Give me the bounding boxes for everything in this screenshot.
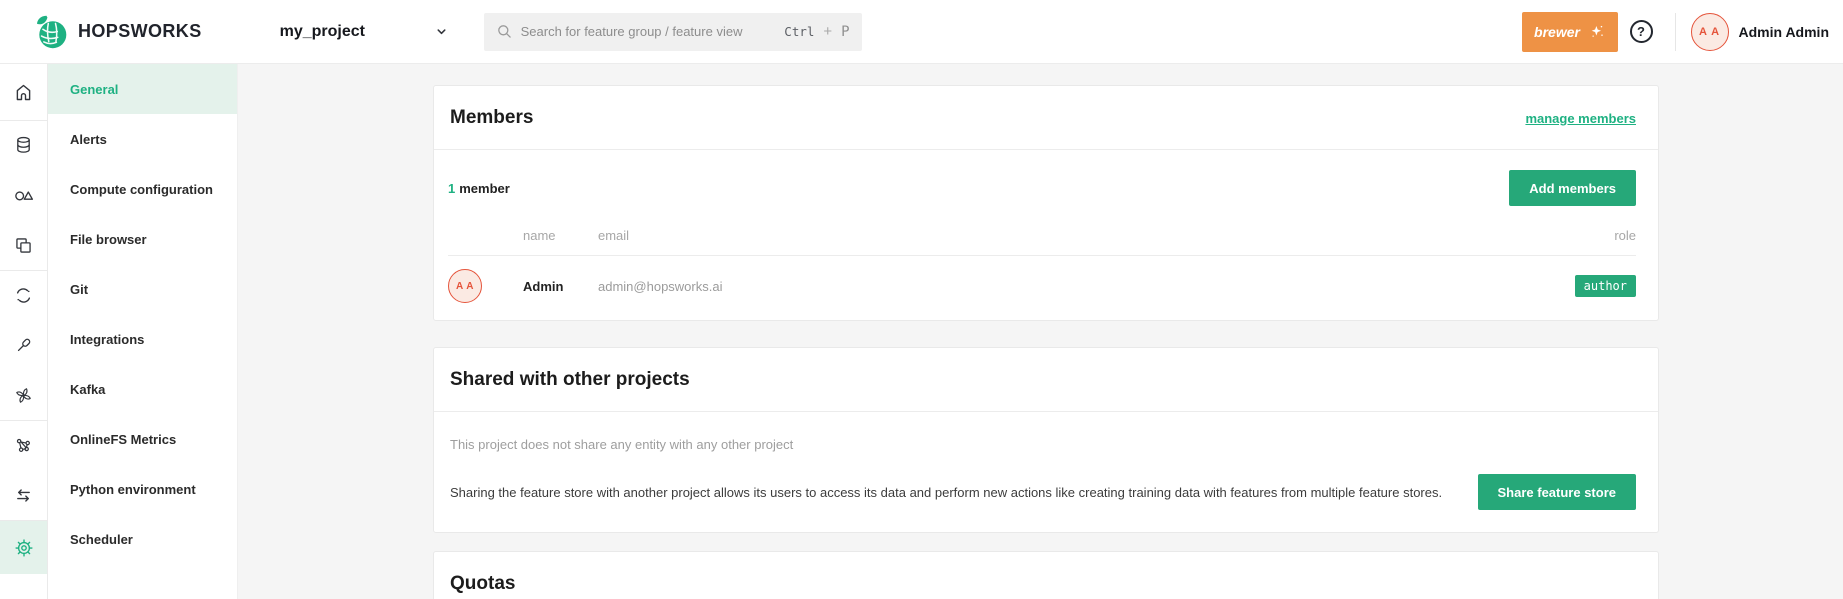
member-count-label: member [459,180,510,196]
integrations-icon [17,338,31,351]
share-feature-store-row: Sharing the feature store with another p… [450,474,1636,510]
menu-item-kafka[interactable]: Kafka [48,364,237,414]
member-avatar: A A [448,269,482,303]
member-email: admin@hopsworks.ai [598,278,723,294]
email-column-header: email [598,228,630,243]
shared-card-header: Shared with other projects [434,348,1658,412]
menu-item-label: Alerts [70,131,107,147]
add-members-button[interactable]: Add members [1509,170,1636,206]
menu-item-label: Kafka [70,381,106,397]
rail-item-onlinefs-metrics[interactable] [0,420,47,470]
user-name: Admin Admin [1738,23,1829,40]
settings-menu: General Alerts Compute configuration Fil… [48,64,238,599]
icon-rail [0,64,48,599]
chevron-down-icon [437,29,446,35]
file-browser-icon [16,237,31,253]
members-title: Members [450,107,534,128]
python-env-icon [17,488,30,502]
search-bar: Ctrl + P [483,12,862,51]
shared-empty-text: This project does not share any entity w… [450,437,794,452]
member-name: Admin [523,278,564,294]
metrics-icon [16,438,30,452]
brewer-label: brewer [1534,23,1580,40]
rail-item-compute[interactable] [0,170,47,220]
menu-item-scheduler[interactable]: Scheduler [48,514,237,564]
rail-item-data[interactable] [0,120,47,170]
help-button[interactable]: ? [1629,20,1653,43]
rail-item-python-environment[interactable] [0,470,47,520]
menu-item-alerts[interactable]: Alerts [48,114,237,164]
member-avatar-initials: A A [456,280,474,292]
rail-item-integrations[interactable] [0,320,47,370]
share-feature-store-button[interactable]: Share feature store [1477,474,1636,510]
share-description: Sharing the feature store with another p… [450,484,1443,500]
search-shortcut-hint: Ctrl + P [784,23,849,40]
home-icon [16,84,31,100]
member-row: A A Admin admin@hopsworks.ai author [448,256,1636,320]
app-shell: General Alerts Compute configuration Fil… [0,64,1843,599]
menu-item-file-browser[interactable]: File browser [48,214,237,264]
member-count-row: 1 member Add members [448,150,1636,206]
member-role-badge: author [1574,275,1636,297]
menu-item-git[interactable]: Git [48,264,237,314]
menu-item-general[interactable]: General [48,64,237,114]
rail-item-home[interactable] [0,64,47,120]
project-selector[interactable]: my_project [280,23,448,41]
quotas-card: Quotas [433,551,1659,599]
shortcut-plus-sign: + [823,23,833,40]
kafka-icon [16,387,31,403]
manage-members-link[interactable]: manage members [1525,111,1636,126]
name-column-header: name [523,228,556,243]
menu-item-compute-configuration[interactable]: Compute configuration [48,164,237,214]
git-icon [16,288,31,303]
shortcut-p-key: P [841,23,850,40]
role-column-header: role [1614,228,1636,243]
menu-item-label: File browser [70,231,147,247]
brand-name: HOPSWORKS [78,21,202,41]
menu-item-label: Scheduler [70,531,133,547]
search-input[interactable] [520,24,785,39]
member-count-value: 1 [448,180,456,196]
menu-item-label: Git [70,281,89,297]
menu-item-integrations[interactable]: Integrations [48,314,237,364]
sparkle-icon [1591,25,1603,37]
shared-card-body: This project does not share any entity w… [434,412,1658,532]
hopsworks-logo-icon [37,15,67,48]
menu-item-python-environment[interactable]: Python environment [48,464,237,514]
help-glyph: ? [1637,24,1645,39]
menu-item-label: OnlineFS Metrics [70,431,177,447]
content-area: Members manage members 1 member Add membe… [238,64,1843,599]
members-card-header: Members manage members [434,86,1658,150]
shortcut-ctrl-key: Ctrl [784,24,815,39]
scheduler-gear-icon [14,538,33,557]
quotas-card-header: Quotas [434,552,1658,599]
menu-item-label: Compute configuration [70,181,213,197]
top-navbar: HOPSWORKS my_project Ctrl + P brewer [0,0,1843,64]
rail-item-kafka[interactable] [0,370,47,420]
brewer-button[interactable]: brewer [1521,11,1618,52]
members-table-header: name email role [448,206,1636,256]
avatar-initials: A A [1698,25,1721,38]
navbar-divider [1674,12,1676,51]
members-card: Members manage members 1 member Add membe… [433,85,1659,321]
member-count: 1 member [448,181,510,196]
menu-item-onlinefs-metrics[interactable]: OnlineFS Metrics [48,414,237,464]
navbar-right-group: brewer ? A A Admin Admin [1521,11,1829,52]
rail-item-file-browser[interactable] [0,220,47,270]
user-avatar[interactable]: A A [1690,12,1729,51]
project-name: my_project [279,22,365,40]
members-body: 1member Add members name email role A A [434,150,1658,320]
rail-item-git[interactable] [0,270,47,320]
menu-item-label: Python environment [70,481,196,497]
shared-title: Shared with other projects [450,369,690,390]
hopsworks-logo[interactable]: HOPSWORKS [33,14,202,50]
search-icon [497,25,511,38]
shared-projects-card: Shared with other projects This project … [433,347,1659,533]
database-icon [17,136,30,153]
quotas-title: Quotas [450,573,516,594]
compute-icon [14,191,33,201]
rail-item-settings[interactable] [0,520,47,574]
menu-item-label: Integrations [70,331,145,347]
menu-item-label: General [70,81,119,97]
